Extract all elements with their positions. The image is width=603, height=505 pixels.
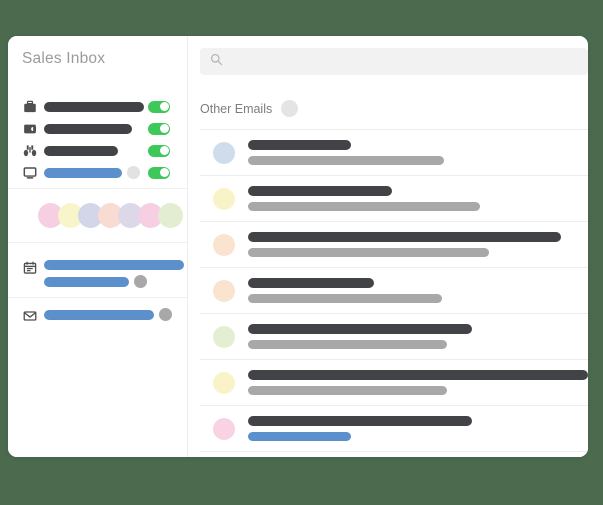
app-card: Sales Inbox Other Emails — [8, 36, 588, 457]
sidebar-toggle-section — [8, 98, 187, 186]
email-subject-bar — [248, 278, 374, 288]
placeholder-knob — [134, 275, 147, 288]
email-text-placeholder — [248, 278, 442, 303]
email-list-item[interactable] — [200, 268, 588, 314]
placeholder-bar — [44, 145, 118, 156]
placeholder-bar — [44, 260, 184, 270]
placeholder-knob — [127, 166, 140, 179]
email-preview-bar — [248, 156, 444, 165]
placeholder-bar — [44, 167, 122, 178]
email-preview-bar — [248, 386, 447, 395]
placeholder-bar — [44, 123, 132, 134]
binoculars-icon — [22, 143, 37, 158]
email-preview-bar — [248, 294, 442, 303]
email-text-placeholder — [248, 370, 588, 395]
email-subject-bar — [248, 416, 472, 426]
sidebar-blue-section — [8, 260, 187, 329]
main-panel: Other Emails — [188, 36, 588, 457]
bar-stack — [37, 308, 172, 321]
toggle-switch[interactable] — [148, 100, 170, 113]
toggle-switch[interactable] — [148, 166, 170, 179]
other-emails-header: Other Emails — [200, 100, 299, 117]
sidebar-blue-row[interactable] — [8, 308, 187, 323]
pastel-dot-cluster — [8, 203, 187, 228]
search-icon — [210, 53, 223, 71]
email-subject-bar — [248, 140, 351, 150]
email-list — [200, 129, 588, 457]
pastel-dot[interactable] — [158, 203, 183, 228]
email-text-placeholder — [248, 324, 472, 349]
email-preview-bar — [248, 248, 489, 257]
email-preview-bar — [248, 202, 480, 211]
calendar-icon — [22, 260, 37, 275]
sidebar-blue-row[interactable] — [8, 260, 187, 288]
placeholder-bar — [44, 309, 154, 320]
placeholder-bar — [44, 101, 144, 112]
avatar — [213, 279, 235, 302]
bar-line — [37, 308, 172, 321]
sidebar-toggle-row[interactable] — [8, 164, 187, 181]
toggle-switch[interactable] — [148, 144, 170, 157]
email-text-placeholder — [248, 140, 444, 165]
avatar — [213, 417, 235, 440]
avatar — [213, 141, 235, 164]
search-bar[interactable] — [200, 48, 588, 75]
sidebar-toggle-row[interactable] — [8, 142, 187, 159]
bar-stack — [37, 260, 184, 288]
email-list-item[interactable] — [200, 222, 588, 268]
email-subject-bar — [248, 232, 561, 242]
email-list-item[interactable] — [200, 130, 588, 176]
avatar — [213, 371, 235, 394]
email-text-placeholder — [248, 232, 561, 257]
email-text-placeholder — [248, 416, 472, 441]
placeholder-knob — [159, 308, 172, 321]
sidebar: Sales Inbox — [8, 36, 188, 457]
monitor-icon — [22, 165, 37, 180]
envelope-icon — [22, 308, 37, 323]
email-subject-bar — [248, 370, 588, 380]
avatar — [213, 325, 235, 348]
wallet-icon — [22, 121, 37, 136]
email-list-item[interactable] — [200, 314, 588, 360]
avatar — [213, 187, 235, 210]
page-title: Sales Inbox — [22, 50, 106, 67]
sidebar-dots-section — [8, 188, 187, 243]
email-preview-bar — [248, 340, 447, 349]
bar-line — [37, 275, 184, 288]
email-subject-bar — [248, 186, 392, 196]
email-list-item[interactable] — [200, 360, 588, 406]
bar-line — [37, 260, 184, 270]
placeholder-bar — [44, 276, 129, 287]
email-subject-bar — [248, 324, 472, 334]
email-list-item[interactable] — [200, 406, 588, 452]
email-text-placeholder — [248, 186, 480, 211]
avatar — [213, 233, 235, 256]
other-emails-label: Other Emails — [200, 101, 273, 116]
sidebar-toggle-row[interactable] — [8, 120, 187, 137]
toggle-switch[interactable] — [148, 122, 170, 135]
sidebar-divider — [8, 297, 187, 298]
other-emails-badge — [281, 100, 299, 117]
email-list-item[interactable] — [200, 176, 588, 222]
briefcase-icon — [22, 99, 37, 114]
email-preview-bar — [248, 432, 351, 441]
search-input[interactable] — [230, 53, 537, 70]
sidebar-toggle-row[interactable] — [8, 98, 187, 115]
